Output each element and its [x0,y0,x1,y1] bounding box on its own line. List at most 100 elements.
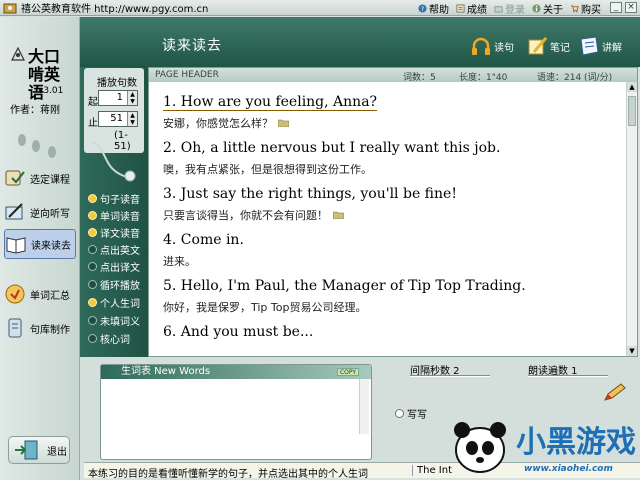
radio-off-icon [88,262,97,271]
sentence-chinese: 只要言谈得当，你就不会有问题！ [163,209,328,222]
start-label: 起 [88,97,98,108]
close-button[interactable]: × [625,2,637,13]
sidebar-item-reading[interactable]: 读来读去 [4,229,76,259]
sentence-list: 1. How are you feeling, Anna? 安娜，你感觉怎么样？… [163,94,623,370]
menu-buy-label: 购买 [581,5,601,16]
menu-login[interactable]: 登录 [494,1,525,16]
scroll-down-icon[interactable]: ▼ [627,346,637,356]
sentence-english[interactable]: 1. How are you feeling, Anna? [163,94,378,111]
notes-icon [528,37,548,55]
minimize-button[interactable]: _ [610,2,622,13]
menu-help-label: 帮助 [429,5,449,16]
content-header-bar: PAGE HEADER 词数：5 长度：1"40 语速：214 (词/分) [149,68,637,83]
end-stepper[interactable]: 51 ▲ ▼ [98,111,138,127]
option-show-english[interactable]: 点出英文 [88,242,140,257]
menu-help[interactable]: ? 帮助 [418,1,449,16]
radio-off-icon [88,334,97,343]
sentence-english[interactable]: 4. Come in. [163,232,623,248]
start-stepper-arrows-icon[interactable]: ▲ ▼ [127,91,137,105]
notes-button[interactable]: 笔记 [526,35,570,57]
sidebar-item-sentence-bank[interactable]: 句库制作 [4,313,76,343]
header-bar: 读来读去 读句 笔记 讲解 [80,17,640,67]
watermark-url: www.xiaohei.com [524,464,613,474]
reading-icon [6,237,26,254]
cart-icon [570,5,579,13]
sentence-item[interactable]: 1. How are you feeling, Anna? 安娜，你感觉怎么样？ [163,94,623,140]
option-label: 点出译文 [100,263,140,274]
radio-off-icon [88,245,97,254]
option-label: 循环播放 [100,281,140,292]
sidebar-item-label: 读来读去 [31,240,71,252]
sentence-english[interactable]: 6. And you must be... [163,324,623,340]
headphone-cable-decoration [91,141,136,182]
logo-author: 作者：蒋刚 [10,105,60,116]
option-core-words[interactable]: 核心词 [88,331,130,346]
scroll-up-icon[interactable]: ▲ [627,82,637,92]
exit-label: 退出 [47,446,67,458]
status-secondary: The Int [412,465,452,476]
note-folder-icon[interactable] [278,119,289,127]
select-course-icon [5,170,25,186]
end-stepper-arrows-icon[interactable]: ▲ ▼ [127,112,137,126]
scroll-thumb[interactable] [628,96,636,126]
sentence-item[interactable]: 4. Come in. 进来。 [163,232,623,278]
sentence-item[interactable]: 5. Hello, I'm Paul, the Manager of Tip T… [163,278,623,324]
sidebar-item-dictation[interactable]: 逆向听写 [4,197,76,227]
explain-button[interactable]: 讲解 [578,35,622,57]
sentence-english[interactable]: 3. Just say the right things, you'll be … [163,186,623,202]
menu-scores[interactable]: 成绩 [456,1,487,16]
menu-about[interactable]: 关于 [532,1,563,16]
help-icon: ? [418,4,427,13]
exit-button[interactable]: 退出 [8,436,70,464]
headphones-icon [472,37,490,55]
logo-icon [11,47,25,61]
end-label: 止 [88,118,98,129]
sentence-english[interactable]: 2. Oh, a little nervous but I really wan… [163,140,623,156]
interval-slider[interactable] [410,375,490,377]
menu-login-label: 登录 [505,5,525,16]
start-stepper[interactable]: 1 ▲ ▼ [98,90,138,106]
top-menu: ? 帮助 成绩 登录 关于 购买 [418,1,608,16]
sentence-chinese: 噢，我有点紧张，但是很想得到这份工作。 [163,163,372,176]
end-value: 51 [110,113,123,124]
write-label: 写写 [407,410,427,421]
pencil-icon[interactable] [603,382,627,402]
radio-off-icon [395,409,404,418]
radio-on-icon [88,194,97,203]
app-icon [3,3,17,13]
option-label: 点出英文 [100,246,140,257]
option-word-audio[interactable]: 单词读音 [88,208,140,223]
sentence-english[interactable]: 5. Hello, I'm Paul, the Manager of Tip T… [163,278,623,294]
menu-buy[interactable]: 购买 [570,1,601,16]
option-translation-audio[interactable]: 译文读音 [88,225,140,240]
sentence-item[interactable]: 3. Just say the right things, you'll be … [163,186,623,232]
write-option[interactable]: 写写 [395,406,427,421]
status-message: 本练习的目的是看懂听懂新学的句子，并点选出其中的个人生词 [88,469,368,480]
sidebar-item-vocabulary[interactable]: 单词汇总 [4,279,76,309]
sidebar-item-select-course[interactable]: 选定课程 [4,163,76,193]
menu-about-label: 关于 [543,5,563,16]
explain-icon [580,36,599,56]
read-sentence-button[interactable]: 读句 [470,35,514,57]
option-unfilled-meanings[interactable]: 未填词义 [88,313,140,328]
option-loop-playback[interactable]: 循环播放 [88,277,140,292]
radio-off-icon [88,316,97,325]
page-title: 读来读去 [162,38,222,54]
content-scrollbar[interactable]: ▲ ▼ [626,82,637,356]
new-words-scrollbar[interactable] [359,379,369,434]
option-show-translation[interactable]: 点出译文 [88,259,140,274]
read-sentence-label: 读句 [494,42,514,54]
note-folder-icon[interactable] [333,211,344,219]
page-header-label: PAGE HEADER [155,70,219,80]
copy-button[interactable]: COPY [337,368,359,376]
sentence-item[interactable]: 2. Oh, a little nervous but I really wan… [163,140,623,186]
speech-rate: 语速：214 (词/分) [537,73,613,83]
notes-label: 笔记 [550,42,570,54]
sentence-chinese: 进来。 [163,255,196,268]
option-personal-words[interactable]: 个人生词 [88,295,140,310]
sentence-chinese: 你好，我是保罗，Tip Top贸易公司经理。 [163,301,367,314]
dictation-icon [5,203,23,220]
reading-times-slider[interactable] [528,375,608,377]
exit-door-icon [15,440,38,460]
option-sentence-audio[interactable]: 句子读音 [88,191,140,206]
